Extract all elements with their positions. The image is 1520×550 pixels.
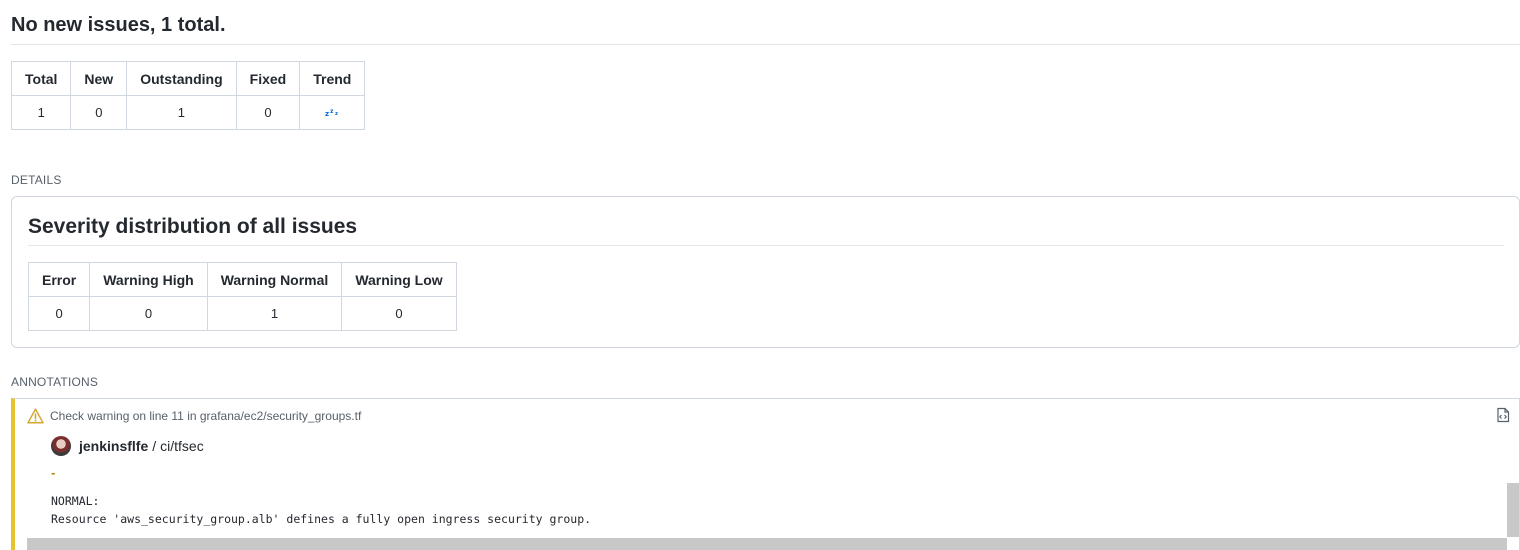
new-value[interactable]: 0 xyxy=(70,95,128,130)
table-header-row: Total New Outstanding Fixed Trend xyxy=(10,61,366,96)
table-row: 0 0 1 0 xyxy=(27,296,457,331)
warning-icon xyxy=(27,408,44,424)
horizontal-scrollbar[interactable] xyxy=(27,538,1507,550)
fixed-value[interactable]: 0 xyxy=(235,95,301,130)
details-divider xyxy=(28,245,1504,246)
outstanding-value[interactable]: 1 xyxy=(126,95,237,130)
author-name[interactable]: jenkinsflfe xyxy=(79,438,148,454)
col-fixed: Fixed xyxy=(235,61,301,96)
trend-cell[interactable]: z z z xyxy=(299,95,366,130)
severity-table: Error Warning High Warning Normal Warnin… xyxy=(27,262,457,331)
message-line-severity: NORMAL: xyxy=(51,494,100,508)
check-name: ci/tfsec xyxy=(160,438,204,454)
col-warning-high: Warning High xyxy=(89,262,208,297)
annotation-summary: Check warning on line 11 in grafana/ec2/… xyxy=(50,409,362,423)
table-header-row: Error Warning High Warning Normal Warnin… xyxy=(27,262,457,297)
col-outstanding: Outstanding xyxy=(126,61,237,96)
avatar xyxy=(51,436,71,456)
warning-normal-value: 1 xyxy=(206,296,343,331)
annotation-card: Check warning on line 11 in grafana/ec2/… xyxy=(11,398,1520,550)
annotation-author: jenkinsflfe / ci/tfsec xyxy=(51,436,204,456)
col-warning-low: Warning Low xyxy=(341,262,457,297)
annotation-header: Check warning on line 11 in grafana/ec2/… xyxy=(27,408,361,424)
author-separator: / xyxy=(152,438,157,454)
svg-text:z: z xyxy=(330,108,334,115)
page-title: No new issues, 1 total. xyxy=(11,14,226,36)
view-file-icon[interactable] xyxy=(1495,407,1511,423)
table-row: 1 0 1 0 z z z xyxy=(10,95,366,130)
svg-text:z: z xyxy=(335,111,338,117)
col-error: Error xyxy=(27,262,91,297)
sleep-zzz-icon[interactable]: z z z xyxy=(324,108,340,120)
annotation-dash: - xyxy=(51,465,56,480)
title-divider xyxy=(11,44,1520,45)
col-total: Total xyxy=(10,61,72,96)
warning-high-value: 0 xyxy=(89,296,208,331)
message-line-text: Resource 'aws_security_group.alb' define… xyxy=(51,512,592,526)
vertical-scrollbar[interactable] xyxy=(1507,483,1519,537)
error-value: 0 xyxy=(27,296,91,331)
details-section-label: DETAILS xyxy=(11,173,62,187)
col-warning-normal: Warning Normal xyxy=(206,262,343,297)
annotations-section-label: ANNOTATIONS xyxy=(11,375,99,389)
svg-text:z: z xyxy=(325,110,329,117)
issues-summary-table: Total New Outstanding Fixed Trend 1 0 1 … xyxy=(10,61,366,130)
col-new: New xyxy=(70,61,128,96)
warning-low-value: 0 xyxy=(341,296,457,331)
severity-title: Severity distribution of all issues xyxy=(28,215,358,238)
annotation-message: NORMAL: Resource 'aws_security_group.alb'… xyxy=(51,492,591,528)
col-trend: Trend xyxy=(299,61,366,96)
total-value[interactable]: 1 xyxy=(10,95,72,130)
